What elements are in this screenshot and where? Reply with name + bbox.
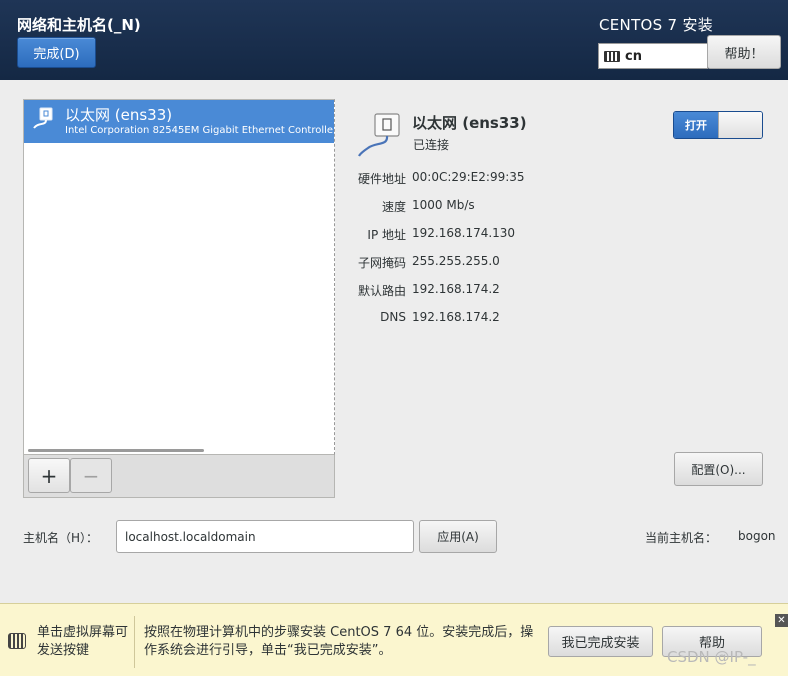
installer-title: CENTOS 7 安装 (599, 16, 714, 34)
ip-address-label: IP 地址 (367, 228, 406, 242)
default-route-value: 192.168.174.2 (412, 282, 500, 296)
connection-item-ens33[interactable]: 以太网 (ens33) Intel Corporation 82545EM Gi… (24, 100, 334, 143)
connection-list: 以太网 (ens33) Intel Corporation 82545EM Gi… (23, 99, 335, 455)
connection-description: Intel Corporation 82545EM Gigabit Ethern… (65, 125, 333, 136)
header-bar: 网络和主机名(_N) 完成(D) CENTOS 7 安装 cn 帮助！ (0, 0, 788, 80)
toggle-on-label: 打开 (674, 112, 718, 138)
speed-value: 1000 Mb/s (412, 198, 475, 212)
hostname-label: 主机名（H）： (23, 531, 99, 545)
hardware-address-label: 硬件地址 (357, 172, 406, 186)
horizontal-scrollbar[interactable] (28, 449, 204, 452)
hardware-address-value: 00:0C:29:E2:99:35 (412, 170, 525, 184)
connection-status: 已连接 (413, 138, 450, 152)
current-hostname-value: bogon (738, 529, 776, 543)
connection-toggle[interactable]: 打开 (673, 111, 763, 139)
install-instructions: 按照在物理计算机中的步骤安装 CentOS 7 64 位。安装完成后，操作系统会… (144, 625, 534, 658)
finish-install-button[interactable]: 我已完成安装 (548, 626, 653, 657)
connection-name: 以太网 (ens33) (65, 106, 173, 124)
subnet-mask-label: 子网掩码 (357, 256, 406, 270)
connection-toolbar: + − (23, 455, 335, 498)
watermark: CSDN @IP-_ (667, 648, 756, 666)
help-button[interactable]: 帮助！ (707, 35, 781, 69)
dns-value: 192.168.174.2 (412, 310, 500, 324)
toggle-knob (718, 112, 762, 138)
device-name: 以太网 (ens33) (412, 114, 527, 132)
current-hostname-label: 当前主机名： (645, 531, 718, 545)
ip-address-value: 192.168.174.130 (412, 226, 516, 240)
keyboard-layout-indicator[interactable]: cn (598, 43, 708, 69)
ethernet-icon (33, 107, 53, 129)
page-title: 网络和主机名(_N) (17, 16, 141, 34)
hostname-input[interactable] (116, 520, 414, 553)
keyboard-layout-label: cn (625, 48, 642, 64)
dns-label: DNS (380, 310, 406, 324)
done-button[interactable]: 完成(D) (17, 37, 96, 68)
keyboard-icon (604, 50, 620, 62)
ethernet-device-icon (358, 113, 400, 157)
send-keys-hint: 单击虚拟屏幕可发送按键 (37, 625, 129, 658)
default-route-label: 默认路由 (357, 284, 406, 298)
close-notification-icon[interactable]: ✕ (775, 614, 788, 627)
configure-button[interactable]: 配置(O)... (674, 452, 763, 486)
subnet-mask-value: 255.255.255.0 (412, 254, 500, 268)
keyboard-icon (8, 633, 26, 649)
speed-label: 速度 (381, 200, 406, 214)
add-connection-button[interactable]: + (28, 458, 70, 493)
notification-divider (134, 616, 135, 668)
vm-notification-bar: 单击虚拟屏幕可发送按键 按照在物理计算机中的步骤安装 CentOS 7 64 位… (0, 603, 788, 676)
remove-connection-button[interactable]: − (70, 458, 112, 493)
apply-hostname-button[interactable]: 应用(A) (419, 520, 497, 553)
